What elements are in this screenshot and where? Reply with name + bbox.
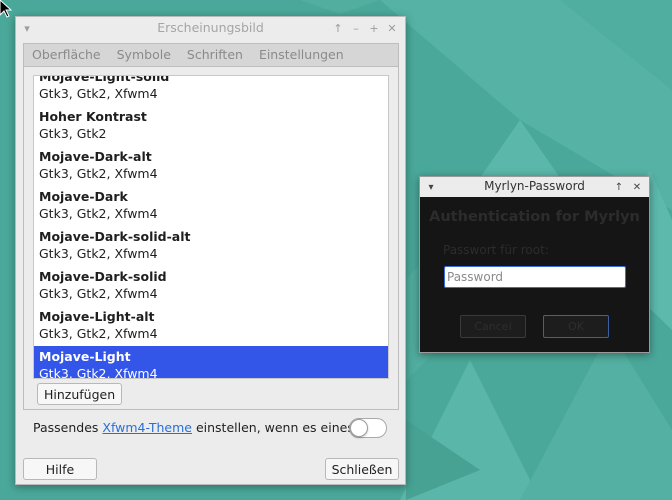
tab-symbole[interactable]: Symbole (109, 44, 179, 66)
appearance-window: ▾ Erscheinungsbild ↑ – + ✕ Oberfläche Sy… (15, 16, 406, 485)
theme-engines: Gtk3, Gtk2, Xfwm4 (39, 246, 158, 261)
theme-engines: Gtk3, Gtk2, Xfwm4 (39, 166, 158, 181)
theme-engines: Gtk3, Gtk2, Xfwm4 (39, 206, 158, 221)
appearance-titlebar[interactable]: ▾ Erscheinungsbild ↑ – + ✕ (16, 17, 405, 39)
close-button[interactable]: Schließen (325, 458, 399, 480)
theme-engines: Gtk3, Gtk2 (39, 126, 107, 141)
theme-engines: Gtk3, Gtk2, Xfwm4 (39, 366, 158, 379)
style-pane: Mojave-Light-solid Gtk3, Gtk2, Xfwm4 Hoh… (23, 66, 399, 410)
minimize-icon[interactable]: – (347, 17, 365, 39)
theme-list-item-selected[interactable]: Mojave-Light Gtk3, Gtk2, Xfwm4 (34, 346, 388, 379)
auth-heading: Authentication for Myrlyn (429, 209, 640, 225)
tab-oberflaeche[interactable]: Oberfläche (24, 44, 109, 66)
theme-name: Mojave-Dark-solid (39, 269, 167, 284)
xfwm4-theme-link[interactable]: Xfwm4-Theme (102, 420, 192, 435)
theme-name: Mojave-Light-alt (39, 309, 155, 324)
theme-name: Mojave-Dark (39, 189, 128, 204)
theme-list-item[interactable]: Mojave-Light-alt Gtk3, Gtk2, Xfwm4 (34, 306, 388, 346)
theme-list-item[interactable]: Mojave-Dark Gtk3, Gtk2, Xfwm4 (34, 186, 388, 226)
theme-list-item[interactable]: Hoher Kontrast Gtk3, Gtk2 (34, 106, 388, 146)
tab-bar: Oberfläche Symbole Schriften Einstellung… (23, 43, 399, 66)
theme-name: Hoher Kontrast (39, 109, 147, 124)
theme-engines: Gtk3, Gtk2, Xfwm4 (39, 326, 158, 341)
password-input[interactable] (444, 266, 626, 288)
toggle-knob (350, 419, 368, 437)
theme-name: Mojave-Dark-alt (39, 149, 152, 164)
close-icon[interactable]: ✕ (383, 17, 401, 39)
theme-list-item[interactable]: Mojave-Dark-solid Gtk3, Gtk2, Xfwm4 (34, 266, 388, 306)
help-button[interactable]: Hilfe (23, 458, 97, 480)
theme-list-item[interactable]: Mojave-Dark-alt Gtk3, Gtk2, Xfwm4 (34, 146, 388, 186)
theme-name: Mojave-Dark-solid-alt (39, 229, 191, 244)
theme-list-item[interactable]: Mojave-Light-solid Gtk3, Gtk2, Xfwm4 (34, 75, 388, 106)
mouse-cursor-icon (0, 0, 12, 18)
ok-button[interactable]: OK (543, 315, 609, 338)
tab-schriften[interactable]: Schriften (179, 44, 251, 66)
theme-engines: Gtk3, Gtk2, Xfwm4 (39, 286, 158, 301)
password-dialog: ▾ Myrlyn-Password ↑ ✕ Authentication for… (419, 176, 650, 353)
match-xfwm4-row: Passendes Xfwm4-Theme einstellen, wenn e… (33, 417, 393, 439)
theme-name: Mojave-Light-solid (39, 75, 170, 84)
tab-einstellungen[interactable]: Einstellungen (251, 44, 352, 66)
shade-icon[interactable]: ↑ (329, 17, 347, 39)
theme-name: Mojave-Light (39, 349, 131, 364)
cancel-button[interactable]: Cancel (460, 315, 526, 338)
theme-engines: Gtk3, Gtk2, Xfwm4 (39, 86, 158, 101)
theme-list[interactable]: Mojave-Light-solid Gtk3, Gtk2, Xfwm4 Hoh… (33, 75, 389, 379)
shade-icon[interactable]: ↑ (611, 177, 627, 197)
match-xfwm4-toggle[interactable] (349, 418, 387, 438)
maximize-icon[interactable]: + (365, 17, 383, 39)
password-titlebar[interactable]: ▾ Myrlyn-Password ↑ ✕ (420, 177, 649, 197)
match-text-before: Passendes (33, 420, 103, 435)
password-label: Passwort für root: (443, 243, 549, 257)
close-icon[interactable]: ✕ (629, 177, 645, 197)
theme-list-item[interactable]: Mojave-Dark-solid-alt Gtk3, Gtk2, Xfwm4 (34, 226, 388, 266)
add-theme-button[interactable]: Hinzufügen (37, 383, 123, 405)
